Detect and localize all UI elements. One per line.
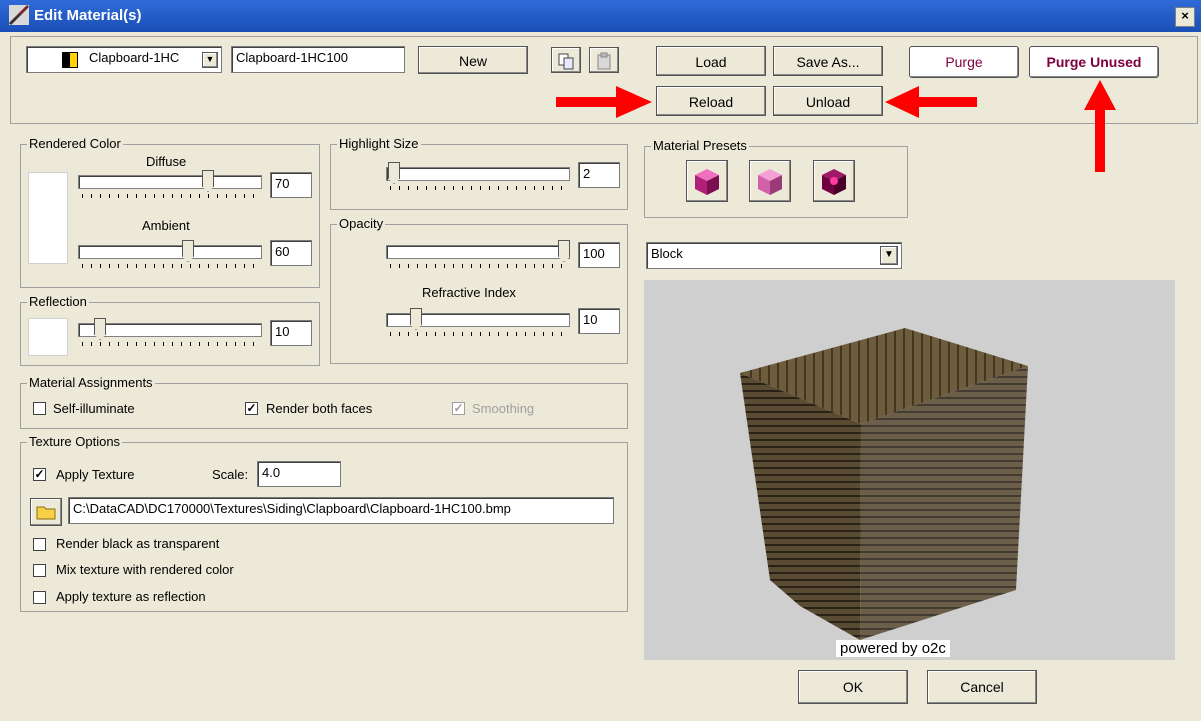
highlight-slider[interactable] bbox=[386, 162, 570, 190]
purge-unused-button[interactable]: Purge Unused bbox=[1029, 46, 1159, 78]
opacity-title: Opacity bbox=[337, 216, 386, 231]
load-button[interactable]: Load bbox=[656, 46, 766, 76]
preview-caption: powered by o2c bbox=[836, 640, 950, 657]
reflection-slider[interactable] bbox=[78, 318, 262, 346]
arrow-up-icon bbox=[1084, 80, 1116, 172]
cube-preview-image bbox=[740, 328, 1028, 640]
cube-icon bbox=[695, 169, 719, 195]
title-bar: Edit Material(s) × bbox=[0, 0, 1201, 32]
app-icon bbox=[8, 4, 30, 26]
black-transparent-label: Render black as transparent bbox=[56, 536, 220, 551]
diffuse-slider[interactable] bbox=[78, 170, 262, 198]
arrow-left-icon bbox=[885, 86, 977, 118]
new-button[interactable]: New bbox=[418, 46, 528, 74]
preset-button-2[interactable] bbox=[749, 160, 791, 202]
reflection-title: Reflection bbox=[27, 294, 89, 309]
material-name-input[interactable]: Clapboard-1HC100 bbox=[231, 46, 405, 73]
paste-icon bbox=[597, 52, 611, 70]
cube-icon bbox=[822, 169, 846, 195]
material-select[interactable]: Clapboard-1HC bbox=[26, 46, 222, 73]
refractive-index-label: Refractive Index bbox=[422, 285, 516, 300]
render-both-faces-label: Render both faces bbox=[266, 401, 373, 416]
scale-label: Scale: bbox=[212, 467, 249, 482]
mix-color-label: Mix texture with rendered color bbox=[56, 562, 234, 577]
purge-button[interactable]: Purge bbox=[909, 46, 1019, 78]
texture-reflection-label: Apply texture as reflection bbox=[56, 589, 206, 604]
ok-button[interactable]: OK bbox=[798, 670, 908, 704]
window-title: Edit Material(s) bbox=[34, 7, 142, 24]
ambient-input[interactable]: 60 bbox=[270, 240, 312, 266]
highlight-input[interactable]: 2 bbox=[578, 162, 620, 188]
save-as-button[interactable]: Save As... bbox=[773, 46, 883, 76]
close-button[interactable]: × bbox=[1175, 7, 1195, 27]
apply-texture-checkbox[interactable]: ✓ bbox=[33, 468, 46, 481]
refractive-input[interactable]: 10 bbox=[578, 308, 620, 334]
material-assignments-title: Material Assignments bbox=[27, 375, 155, 390]
highlight-size-title: Highlight Size bbox=[337, 136, 421, 151]
self-illuminate-checkbox[interactable] bbox=[33, 402, 46, 415]
cancel-button[interactable]: Cancel bbox=[927, 670, 1037, 704]
render-both-faces-checkbox[interactable]: ✓ bbox=[245, 402, 258, 415]
texture-options-title: Texture Options bbox=[27, 434, 123, 449]
browse-texture-button[interactable] bbox=[30, 498, 62, 526]
folder-icon bbox=[36, 506, 56, 520]
chevron-down-icon[interactable]: ▼ bbox=[880, 246, 898, 265]
opacity-slider[interactable] bbox=[386, 240, 570, 268]
arrow-right-icon bbox=[556, 86, 652, 118]
material-preview[interactable]: powered by o2c bbox=[644, 280, 1175, 660]
apply-texture-label: Apply Texture bbox=[56, 467, 135, 482]
paste-button[interactable] bbox=[589, 47, 619, 73]
refractive-slider[interactable] bbox=[386, 308, 570, 336]
ambient-label: Ambient bbox=[142, 218, 190, 233]
shape-select-value: Block bbox=[651, 246, 683, 261]
reflection-input[interactable]: 10 bbox=[270, 320, 312, 346]
smoothing-checkbox[interactable]: ✓ bbox=[452, 402, 465, 415]
rendered-color-swatch[interactable] bbox=[28, 172, 68, 264]
black-transparent-checkbox[interactable] bbox=[33, 538, 46, 551]
cube-icon bbox=[758, 169, 782, 195]
material-swatch-icon bbox=[62, 52, 78, 68]
scale-input[interactable]: 4.0 bbox=[257, 461, 341, 487]
copy-icon bbox=[558, 53, 574, 70]
ambient-slider[interactable] bbox=[78, 240, 262, 268]
preset-button-1[interactable] bbox=[686, 160, 728, 202]
unload-button[interactable]: Unload bbox=[773, 86, 883, 116]
material-select-value: Clapboard-1HC bbox=[89, 50, 180, 65]
shape-select[interactable]: Block bbox=[646, 242, 902, 269]
reload-button[interactable]: Reload bbox=[656, 86, 766, 116]
smoothing-label: Smoothing bbox=[472, 401, 535, 416]
preset-button-3[interactable] bbox=[813, 160, 855, 202]
material-presets-title: Material Presets bbox=[651, 138, 749, 153]
mix-color-checkbox[interactable] bbox=[33, 564, 46, 577]
reflection-swatch[interactable] bbox=[28, 318, 68, 356]
diffuse-label: Diffuse bbox=[146, 154, 187, 169]
texture-path-input[interactable]: C:\DataCAD\DC170000\Textures\Siding\Clap… bbox=[68, 497, 614, 524]
rendered-color-title: Rendered Color bbox=[27, 136, 123, 151]
diffuse-input[interactable]: 70 bbox=[270, 172, 312, 198]
opacity-input[interactable]: 100 bbox=[578, 242, 620, 268]
dropdown-arrow-icon[interactable]: ▼ bbox=[202, 52, 218, 68]
texture-reflection-checkbox[interactable] bbox=[33, 591, 46, 604]
self-illuminate-label: Self-illuminate bbox=[53, 401, 135, 416]
copy-button[interactable] bbox=[551, 47, 581, 73]
